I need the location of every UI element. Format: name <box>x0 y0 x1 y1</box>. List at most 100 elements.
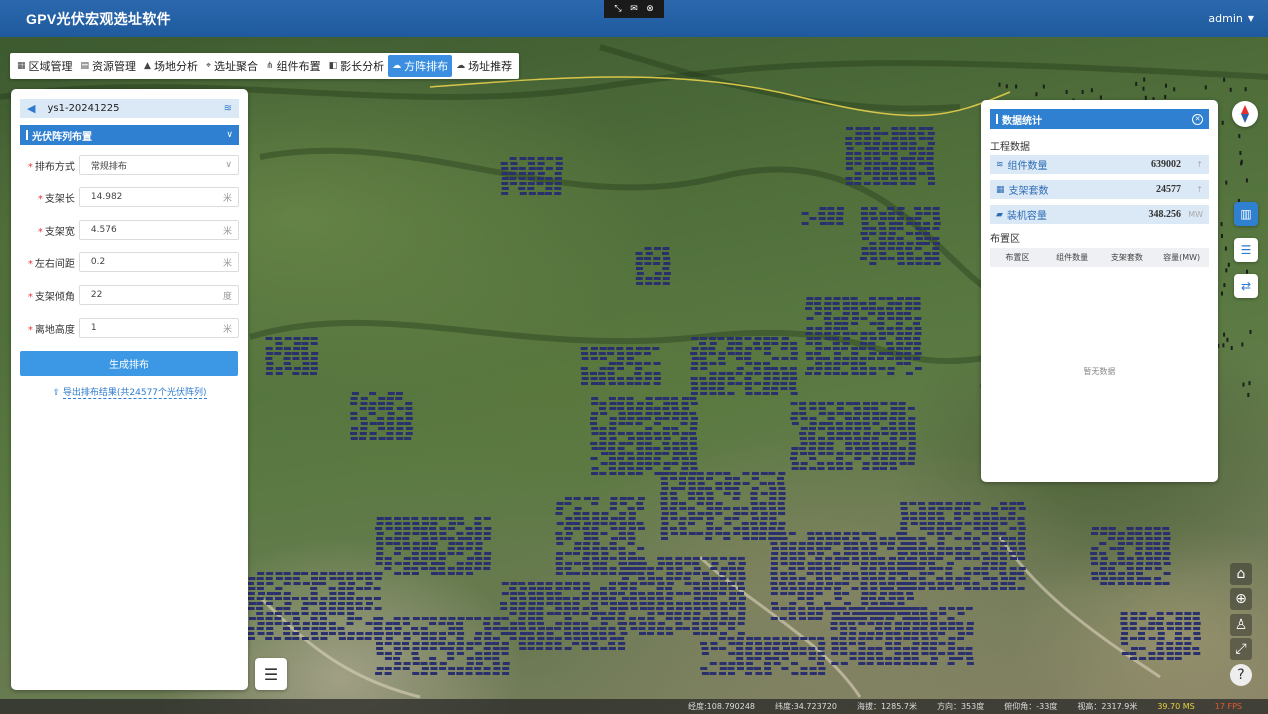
solar-array-cluster <box>350 392 413 440</box>
arrow-up-icon: ↑ <box>1196 185 1203 194</box>
stats-title: 数据统计 <box>1002 115 1042 127</box>
export-layout-link[interactable]: ⇪ 导出排布结果(共24577个光伏阵列) <box>20 385 239 399</box>
column-header: 支架套数 <box>1110 253 1143 262</box>
tab-component-layout[interactable]: ⋔ 组件布置 <box>262 55 325 77</box>
menu-list-icon: ☰ <box>263 664 279 684</box>
fullscreen-icon: ⤢ <box>1235 641 1247 657</box>
field-unit: 米 <box>222 258 232 269</box>
altitude-readout: 海拔：1285.7米 <box>856 702 917 711</box>
user-name: admin <box>1208 12 1243 25</box>
field-value: 4.576 <box>90 225 117 235</box>
stat-label: 组件数量 <box>1007 161 1048 172</box>
tab-shadow-analysis[interactable]: ◧ 影长分析 <box>325 55 389 77</box>
mail-icon[interactable]: ✉ <box>628 4 640 14</box>
tab-label: 组件布置 <box>276 60 321 73</box>
tab-area-management[interactable]: ▦ 区域管理 <box>13 55 77 77</box>
stat-unit: MW <box>1188 210 1203 219</box>
tab-site-recommend[interactable]: ☁ 场址推荐 <box>452 55 516 77</box>
stat-installed-capacity: ▰ 装机容量 348.256 MW <box>990 205 1209 224</box>
stat-value: 639002 <box>1151 159 1181 170</box>
list-icon: ☰ <box>1240 243 1252 257</box>
field-value: 1 <box>90 323 97 333</box>
caret-down-icon: ▼ <box>1247 14 1254 23</box>
list-button[interactable]: ☰ <box>1234 238 1258 262</box>
generate-layout-button[interactable]: 生成排布 <box>20 351 238 376</box>
tab-label: 场址推荐 <box>468 60 513 73</box>
solar-array-cluster <box>265 337 319 375</box>
solar-array-cluster <box>1090 527 1171 585</box>
tab-resource-management[interactable]: ▤ 资源管理 <box>77 55 141 77</box>
stat-value: 24577 <box>1156 184 1181 195</box>
solar-array-cluster <box>700 637 826 675</box>
solar-array-cluster <box>1120 612 1201 660</box>
tilt-angle-input[interactable]: 22 度 <box>78 285 239 305</box>
stat-value: 348.256 <box>1148 209 1182 220</box>
solar-array-cluster <box>790 402 916 470</box>
component-layout-icon: ⋔ <box>266 61 274 71</box>
bracket-length-input[interactable]: 14.982 米 <box>78 187 239 207</box>
project-data-label: 工程数据 <box>990 142 1030 153</box>
tab-array-layout[interactable]: ☁ 方阵排布 <box>388 55 453 77</box>
globe-view-button[interactable]: ⊕ <box>1230 588 1252 610</box>
array-layout-icon: ☁ <box>392 61 402 71</box>
compass-icon[interactable] <box>1232 101 1258 127</box>
layers-icon[interactable]: ≋ <box>224 103 232 114</box>
field-value: 14.982 <box>90 192 123 202</box>
section-title: 光伏阵列布置 <box>32 131 92 143</box>
solar-array-cluster <box>770 532 914 620</box>
section-marker <box>26 130 28 140</box>
minimize-icon[interactable]: ⤡ <box>612 4 624 14</box>
stat-label: 装机容量 <box>1006 211 1047 222</box>
solar-array-cluster <box>590 397 698 475</box>
statistics-button[interactable]: ▥ <box>1234 202 1258 226</box>
field-label: * 支架倾角 <box>27 291 75 303</box>
column-header: 组件数量 <box>1056 253 1089 262</box>
field-label: * 左右间距 <box>27 258 75 270</box>
user-menu[interactable]: admin ▼ <box>1208 12 1254 25</box>
close-icon[interactable]: ✕ <box>1192 113 1203 125</box>
field-ground-height: * 离地高度 1 米 <box>20 318 239 338</box>
swap-button[interactable]: ⇄ <box>1234 274 1258 298</box>
person-view-button[interactable]: ♙ <box>1230 614 1252 636</box>
longitude-readout: 经度:108.790248 <box>687 702 755 711</box>
ground-height-input[interactable]: 1 米 <box>78 318 239 338</box>
back-arrow-icon[interactable]: ◀ <box>27 102 35 115</box>
field-label: * 离地高度 <box>27 324 75 336</box>
solar-array-cluster <box>580 347 661 385</box>
arrow-up-icon: ↑ <box>1196 160 1203 169</box>
window-controls: ⤡ ✉ ⊗ <box>604 0 664 18</box>
home-view-button[interactable]: ⌂ <box>1230 563 1252 585</box>
fullscreen-button[interactable]: ⤢ <box>1230 638 1252 660</box>
section-header[interactable]: 光伏阵列布置 ∨ <box>20 125 239 145</box>
empty-table-message: 暂无数据 <box>1083 367 1116 376</box>
layout-area-table-header: 布置区 组件数量 支架套数 容量(MW) <box>990 248 1209 267</box>
bracket-width-input[interactable]: 4.576 米 <box>78 220 239 240</box>
project-bar: ◀ ys1-20241225 ≋ <box>20 99 239 118</box>
tab-site-aggregation[interactable]: ⌖ 选址聚合 <box>202 55 262 77</box>
menu-toggle-button[interactable]: ☰ <box>255 658 287 690</box>
layout-area-label: 布置区 <box>990 234 1020 245</box>
field-label: * 排布方式 <box>27 161 75 173</box>
terrain-icon: ▲ <box>144 61 151 71</box>
data-statistics-panel: 数据统计 ✕ 工程数据 ≋ 组件数量 639002 ↑ ▦ 支架套数 24577… <box>981 100 1218 482</box>
section-marker <box>996 114 998 124</box>
layout-mode-select[interactable]: 常规排布 ∨ <box>78 155 239 175</box>
field-label: * 支架宽 <box>37 226 75 238</box>
latitude-readout: 纬度:34.723720 <box>775 702 837 711</box>
compass-needle-icon <box>1241 105 1249 123</box>
main-toolbar: ▦ 区域管理 ▤ 资源管理 ▲ 场地分析 ⌖ 选址聚合 ⋔ 组件布置 ◧ 影长分… <box>10 53 520 79</box>
frame-time-readout: 39.70 MS <box>1157 702 1195 711</box>
upload-icon: ⇪ <box>52 388 60 398</box>
tab-site-analysis[interactable]: ▲ 场地分析 <box>140 55 202 77</box>
spacing-input[interactable]: 0.2 米 <box>78 252 239 272</box>
heading-readout: 方向：353度 <box>936 702 985 711</box>
solar-array-cluster <box>375 617 510 675</box>
help-button[interactable]: ? <box>1230 664 1252 686</box>
tab-label: 方阵排布 <box>404 60 449 73</box>
person-icon: ♙ <box>1234 617 1248 633</box>
close-icon[interactable]: ⊗ <box>644 4 656 14</box>
column-header: 容量(MW) <box>1163 253 1201 262</box>
pitch-readout: 俯仰角：-33度 <box>1004 702 1058 711</box>
chevron-down-icon: ∨ <box>225 160 232 170</box>
app-title: GPV光伏宏观选址软件 <box>26 10 171 27</box>
